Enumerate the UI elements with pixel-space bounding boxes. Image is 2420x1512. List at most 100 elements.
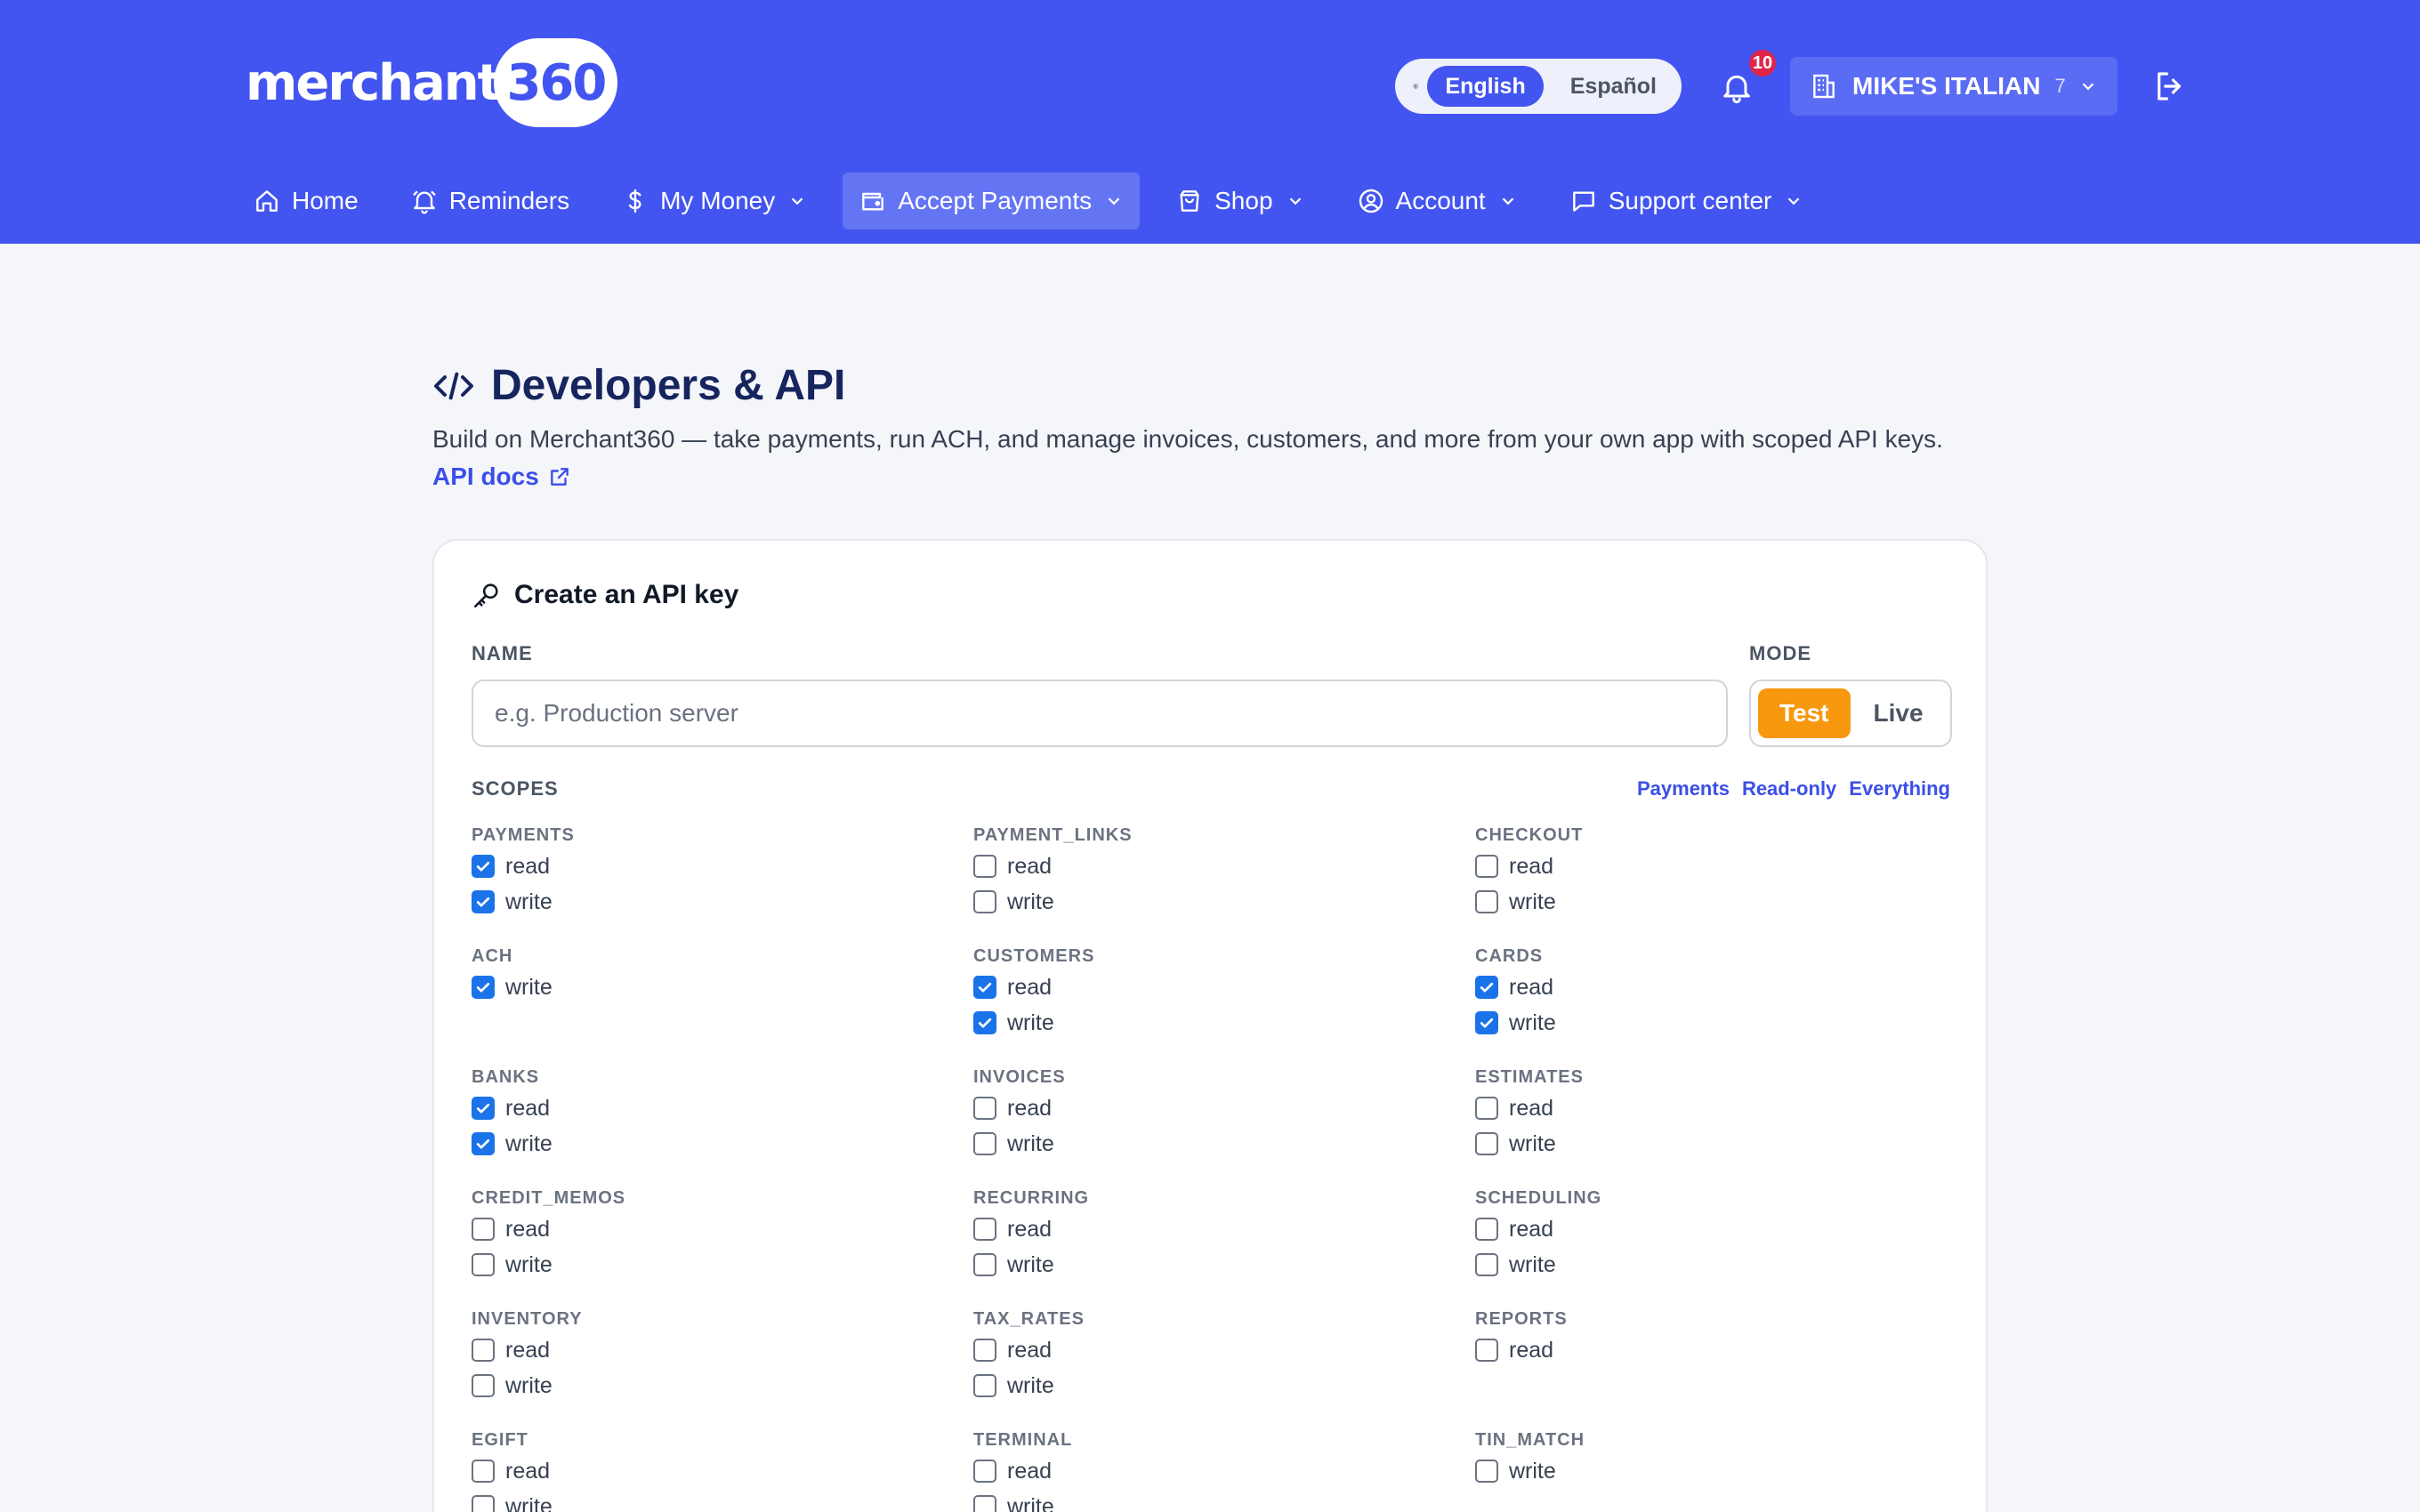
scope-checkbox[interactable] [973, 1011, 996, 1034]
scope-checkbox[interactable] [973, 890, 996, 913]
scope-checkbox[interactable] [1475, 1132, 1498, 1155]
scope-permission-label: read [1007, 853, 1053, 879]
nav-home[interactable]: Home [237, 173, 375, 229]
scope-permission-label: read [505, 1216, 551, 1242]
nav-accept-payments[interactable]: Accept Payments [843, 173, 1141, 229]
scope-checkbox[interactable] [472, 1495, 495, 1512]
api-docs-label: API docs [432, 462, 539, 490]
mode-toggle: Test Live [1749, 680, 1952, 747]
shopping-bag-icon [1180, 190, 1199, 212]
scope-permission-label: write [1509, 1130, 1556, 1156]
nav-my-money-label: My Money [660, 187, 776, 214]
scope-checkbox[interactable] [973, 1460, 996, 1483]
scope-checkbox[interactable] [973, 1218, 996, 1241]
checkmark-icon [476, 861, 490, 872]
scope-group-tin-match: TIN_MATCHwrite [1475, 1427, 1938, 1489]
scope-title: TERMINAL [973, 1430, 1073, 1450]
language-english-button[interactable]: English [1427, 66, 1544, 107]
scope-checkbox[interactable] [1475, 1460, 1498, 1483]
scope-checkbox[interactable] [472, 1097, 495, 1120]
scope-checkbox[interactable] [973, 1097, 996, 1120]
scope-checkbox[interactable] [973, 1132, 996, 1155]
checkmark-icon [978, 982, 992, 993]
scope-permission: read [973, 1332, 1436, 1368]
nav-account[interactable]: Account [1341, 173, 1534, 229]
scope-group-reports: REPORTS read [1475, 1306, 1938, 1368]
nav-accept-payments-label: Accept Payments [898, 187, 1093, 214]
scope-checkbox[interactable] [973, 976, 996, 999]
preset-read-only-button[interactable]: Read-only [1742, 777, 1836, 800]
scope-presets: Payments Read-only Everything [1625, 777, 1950, 800]
scope-group-ach: ACH write [472, 943, 934, 1005]
scope-title: INVOICES [973, 1067, 1066, 1087]
scope-checkbox[interactable] [1475, 1218, 1498, 1241]
scope-checkbox[interactable] [973, 1253, 996, 1276]
scope-permission-label: write [1509, 1458, 1556, 1484]
api-docs-link[interactable]: API docs [432, 462, 571, 491]
notification-count-badge: 10 [1747, 48, 1778, 78]
checkmark-icon [1480, 1017, 1494, 1028]
nav-my-money[interactable]: My Money [605, 173, 823, 229]
nav-reminders[interactable]: Reminders [394, 173, 585, 229]
scope-checkbox[interactable] [472, 1132, 495, 1155]
scope-title: RECURRING [973, 1188, 1090, 1208]
scope-checkbox[interactable] [1475, 855, 1498, 878]
chevron-down-icon [1502, 197, 1514, 205]
scope-title: TIN_MATCH [1475, 1430, 1585, 1450]
scope-checkbox[interactable] [472, 976, 495, 999]
scope-permission-label: read [1007, 1095, 1053, 1121]
scope-permission: write [1475, 884, 1938, 920]
dollar-icon [628, 189, 641, 213]
scope-permission-label: read [1007, 1337, 1053, 1363]
scope-checkbox[interactable] [1475, 1339, 1498, 1362]
mode-live-button[interactable]: Live [1852, 688, 1945, 738]
language-espanol-button[interactable]: Español [1553, 66, 1674, 107]
scope-group-cards: CARDS read write [1475, 943, 1938, 1041]
logo-number: 360 [494, 38, 618, 127]
merchant360-logo[interactable]: merchant 360 [246, 34, 618, 132]
chevron-down-icon [791, 197, 803, 205]
scope-group-payments: PAYMENTS read write [472, 822, 934, 920]
scope-permission-label: write [1509, 889, 1556, 914]
chevron-down-icon [1289, 197, 1301, 205]
scope-checkbox[interactable] [472, 890, 495, 913]
scope-checkbox[interactable] [973, 1339, 996, 1362]
scope-permission: write [973, 884, 1436, 920]
preset-payments-button[interactable]: Payments [1637, 777, 1730, 800]
scope-checkbox[interactable] [472, 1253, 495, 1276]
scope-checkbox[interactable] [472, 1374, 495, 1397]
nav-shop[interactable]: Shop [1159, 173, 1320, 229]
card-header: Create an API key [472, 580, 738, 610]
scope-title: TAX_RATES [973, 1309, 1085, 1329]
scope-checkbox[interactable] [472, 1218, 495, 1241]
scope-permission-label: write [1007, 889, 1054, 914]
api-key-name-input[interactable] [472, 680, 1728, 747]
scope-title: PAYMENT_LINKS [973, 825, 1133, 845]
scope-checkbox[interactable] [973, 1495, 996, 1512]
scope-checkbox[interactable] [973, 1374, 996, 1397]
scope-checkbox[interactable] [1475, 976, 1498, 999]
logout-icon[interactable] [2151, 68, 2189, 105]
preset-everything-button[interactable]: Everything [1849, 777, 1950, 800]
merchant-name: MIKE'S ITALIAN [1852, 72, 2041, 100]
nav-support-center[interactable]: Support center [1553, 173, 1820, 229]
scope-checkbox[interactable] [472, 1339, 495, 1362]
scope-checkbox[interactable] [1475, 1011, 1498, 1034]
scope-permission-label: read [1509, 974, 1554, 1000]
scope-permission-label: write [1007, 1372, 1054, 1398]
scope-checkbox[interactable] [1475, 1097, 1498, 1120]
scope-permission-label: write [1007, 1251, 1054, 1277]
scope-checkbox[interactable] [1475, 1253, 1498, 1276]
scope-permission: read [472, 1332, 934, 1368]
globe-icon [1413, 84, 1418, 89]
notifications-bell-icon[interactable] [1719, 68, 1754, 107]
mode-test-button[interactable]: Test [1758, 688, 1851, 738]
scope-permission-label: read [1509, 853, 1554, 879]
scope-title: CHECKOUT [1475, 825, 1584, 845]
scope-checkbox[interactable] [1475, 890, 1498, 913]
scope-permission-label: write [505, 889, 553, 914]
merchant-selector[interactable]: MIKE'S ITALIAN 7 [1790, 57, 2118, 116]
scope-checkbox[interactable] [973, 855, 996, 878]
scope-checkbox[interactable] [472, 1460, 495, 1483]
scope-checkbox[interactable] [472, 855, 495, 878]
